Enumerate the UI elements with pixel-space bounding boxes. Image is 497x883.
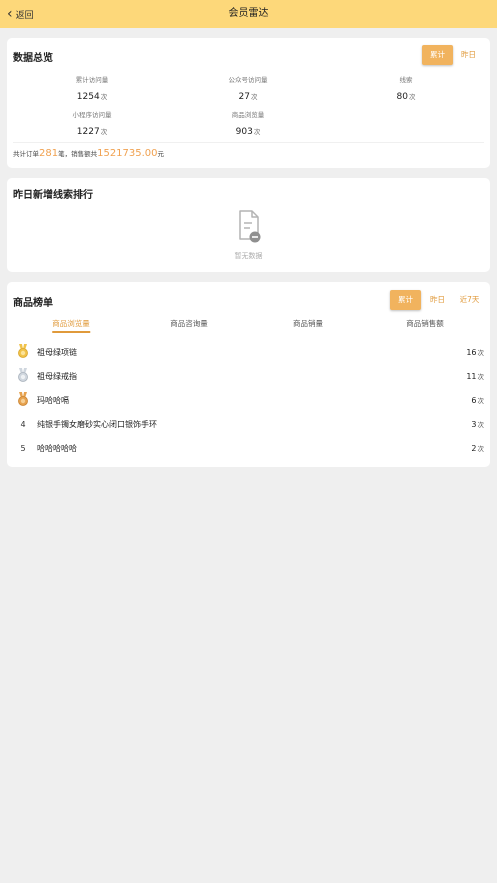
products-tab-yesterday[interactable]: 昨日 [421, 290, 454, 310]
products-metric-tabs: 商品浏览量 商品咨询量 商品销量 商品销售额 [7, 318, 490, 338]
nav-bar: ‹ 返回 会员雷达 [0, 0, 497, 28]
products-tab-last7days[interactable]: 近7天 [454, 290, 485, 310]
overview-title: 数据总览 [13, 53, 53, 64]
products-card: 商品榜单 累计 昨日 近7天 商品浏览量 商品咨询量 商品销量 商品销售额 祖母… [7, 282, 490, 467]
tab-product-sales-count[interactable]: 商品销量 [293, 318, 323, 329]
sales-amount: 1521735.00 [97, 148, 158, 159]
ranking-row[interactable]: 祖母绿戒指 11次 [7, 367, 490, 385]
tab-product-views[interactable]: 商品浏览量 [52, 318, 90, 333]
stat-official-account-visits: 公众号访问量 27次 [228, 76, 268, 102]
leads-title: 昨日新增线索排行 [13, 190, 93, 201]
overview-card: 数据总览 累计 昨日 累计访问量 1254次 公众号访问量 27次 线索 80次… [7, 38, 490, 168]
stat-product-views: 商品浏览量 903次 [231, 111, 265, 137]
stat-miniprogram-visits: 小程序访问量 1227次 [72, 111, 112, 137]
ranking-product-name: 玛哈哈嗝 [37, 395, 69, 405]
ranking-product-name: 祖母绿项链 [37, 347, 77, 357]
ranking-count: 11次 [466, 372, 484, 381]
silver-medal-icon [18, 368, 28, 382]
ranking-product-name: 纯银手镯女磨砂实心闭口银饰手环 [37, 419, 157, 429]
leads-card: 昨日新增线索排行 暂无数据 [7, 178, 490, 272]
empty-text: 暂无数据 [234, 252, 263, 260]
bronze-medal-icon [18, 392, 28, 406]
overview-tab-cumulative[interactable]: 累计 [422, 45, 453, 65]
overview-divider [13, 142, 484, 143]
gold-medal-icon [18, 344, 28, 358]
ranking-product-name: 祖母绿戒指 [37, 371, 77, 381]
ranking-row[interactable]: 祖母绿项链 16次 [7, 343, 490, 361]
ranking-row[interactable]: 玛哈哈嗝 6次 [7, 391, 490, 409]
page-title: 会员雷达 [228, 8, 269, 19]
empty-state: 暂无数据 [7, 210, 490, 261]
ranking-count: 3次 [471, 420, 484, 429]
ranking-count: 16次 [466, 348, 484, 357]
ranking-number: 4 [20, 419, 26, 429]
tab-product-sales-amount[interactable]: 商品销售额 [406, 318, 444, 329]
empty-document-icon [238, 210, 260, 243]
stat-total-visits: 累计访问量 1254次 [75, 76, 109, 102]
overview-tab-yesterday[interactable]: 昨日 [453, 45, 484, 65]
ranking-count: 6次 [471, 396, 484, 405]
ranking-row[interactable]: 4 纯银手镯女磨砂实心闭口银饰手环 3次 [7, 415, 490, 433]
products-period-tabs: 累计 昨日 近7天 [390, 290, 485, 310]
ranking-row[interactable]: 5 哈哈哈哈哈 2次 [7, 439, 490, 457]
products-title: 商品榜单 [13, 298, 53, 309]
overview-period-tabs: 累计 昨日 [422, 45, 484, 65]
tab-product-inquiries[interactable]: 商品咨询量 [170, 318, 208, 329]
ranking-product-name: 哈哈哈哈哈 [37, 443, 77, 453]
ranking-count: 2次 [471, 444, 484, 453]
ranking-number: 5 [20, 443, 26, 453]
stat-leads: 线索 80次 [396, 76, 416, 102]
order-count: 281 [39, 148, 59, 159]
order-totals: 共计订单281笔，销售额共1521735.00元 [13, 148, 165, 159]
products-tab-cumulative[interactable]: 累计 [390, 290, 421, 310]
